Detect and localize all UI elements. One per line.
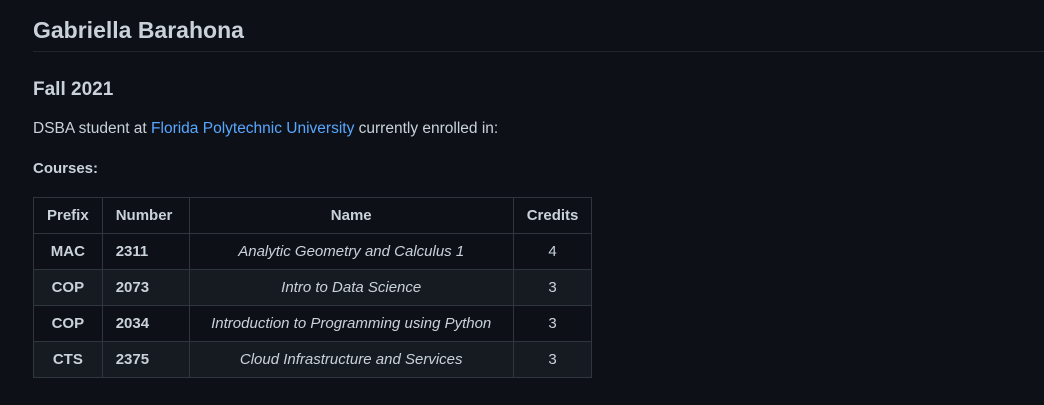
- course-credits: 3: [512, 341, 593, 378]
- course-number: 2073: [101, 269, 190, 306]
- table-row: COP 2034 Introduction to Programming usi…: [33, 305, 593, 342]
- course-credits: 4: [512, 233, 593, 270]
- course-number: 2375: [101, 341, 190, 378]
- course-name: Cloud Infrastructure and Services: [188, 341, 514, 378]
- header-prefix: Prefix: [33, 197, 103, 234]
- table-row: MAC 2311 Analytic Geometry and Calculus …: [33, 233, 593, 270]
- header-name: Name: [188, 197, 514, 234]
- table-row: CTS 2375 Cloud Infrastructure and Servic…: [33, 341, 593, 378]
- header-number: Number: [101, 197, 190, 234]
- table-row: COP 2073 Intro to Data Science 3: [33, 269, 593, 306]
- intro-text: DSBA student at Florida Polytechnic Univ…: [33, 120, 498, 138]
- term-heading: Fall 2021: [33, 79, 114, 100]
- header-credits: Credits: [512, 197, 593, 234]
- course-name: Introduction to Programming using Python: [188, 305, 514, 342]
- course-prefix: MAC: [33, 233, 103, 270]
- intro-before: DSBA student at: [33, 120, 152, 137]
- university-link[interactable]: Florida Polytechnic University: [151, 120, 354, 137]
- courses-label: Courses:: [33, 160, 99, 177]
- course-number: 2311: [101, 233, 190, 270]
- course-name: Analytic Geometry and Calculus 1: [188, 233, 514, 270]
- course-prefix: COP: [33, 305, 103, 342]
- course-name: Intro to Data Science: [188, 269, 514, 306]
- course-credits: 3: [512, 305, 593, 342]
- courses-table: Prefix Number Name Credits MAC 2311 Anal…: [33, 197, 593, 378]
- readme-content: Gabriella Barahona Fall 2021 DSBA studen…: [33, 0, 1044, 378]
- course-credits: 3: [512, 269, 593, 306]
- course-prefix: COP: [33, 269, 103, 306]
- page-title: Gabriella Barahona: [33, 0, 1044, 52]
- course-prefix: CTS: [33, 341, 103, 378]
- intro-after: currently enrolled in:: [354, 120, 499, 137]
- course-number: 2034: [101, 305, 190, 342]
- table-header-row: Prefix Number Name Credits: [33, 197, 593, 234]
